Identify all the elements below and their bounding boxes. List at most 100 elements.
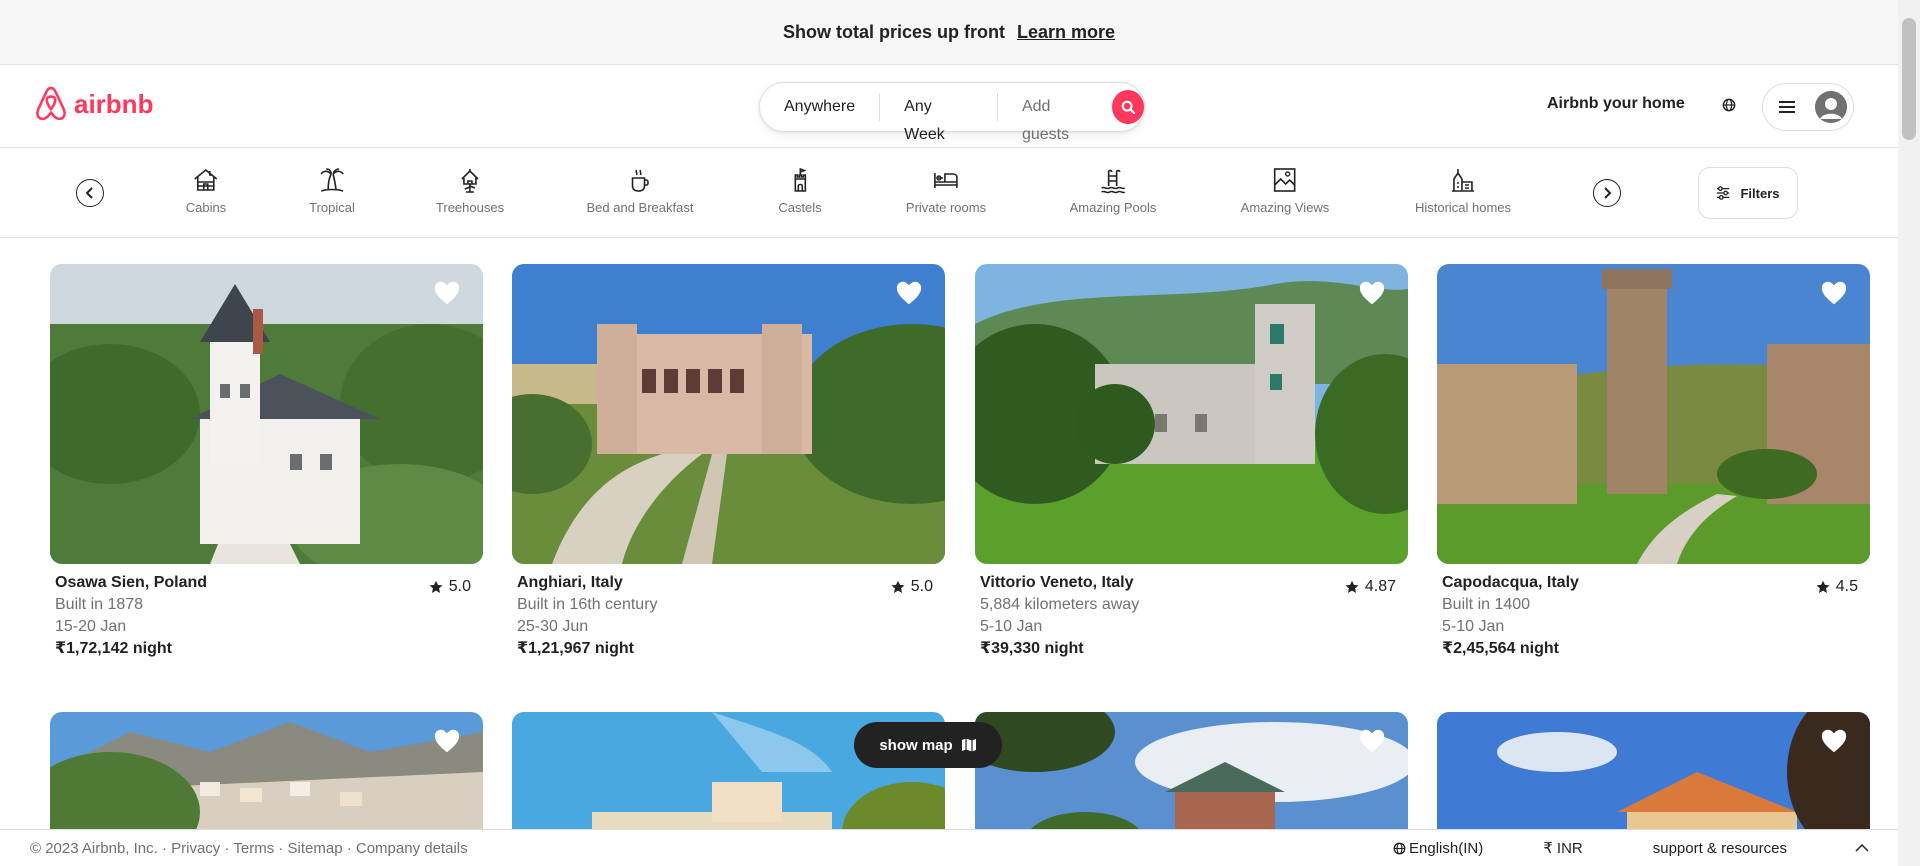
heart-favorite-icon[interactable]: [1358, 728, 1386, 754]
chevron-left-icon: [85, 187, 93, 199]
category-label: Tropical: [309, 200, 355, 215]
heart-favorite-icon[interactable]: [433, 728, 461, 754]
search-bar[interactable]: Anywhere Any Week Add guests: [759, 82, 1145, 143]
bed-icon: [934, 173, 958, 188]
category-amazing-views[interactable]: Amazing Views: [1240, 166, 1330, 215]
listing-photo[interactable]: [512, 264, 945, 564]
coffee-cup-icon: [632, 169, 650, 192]
filters-button[interactable]: Filters: [1698, 167, 1798, 219]
heart-favorite-icon[interactable]: [433, 280, 461, 306]
chevron-up-icon[interactable]: [1855, 843, 1869, 853]
search-where[interactable]: Anywhere: [760, 93, 881, 121]
listing-title: Capodacqua, Italy: [1442, 574, 1579, 591]
avatar: [1815, 91, 1847, 123]
treehouse-icon: [461, 169, 479, 193]
footer-support-link[interactable]: support & resources: [1653, 840, 1787, 857]
star-icon: [429, 580, 443, 593]
site-footer: © 2023 Airbnb, Inc. · Privacy · Terms · …: [0, 829, 1898, 866]
hamburger-menu-icon: [1779, 101, 1795, 113]
airbnb-logo-icon: [36, 86, 66, 121]
listing-price: ₹39,330 night: [980, 640, 1084, 657]
heart-favorite-icon[interactable]: [895, 280, 923, 306]
star-icon: [891, 580, 905, 593]
historical-home-icon: [1452, 169, 1474, 192]
listing-title: Anghiari, Italy: [517, 574, 623, 591]
listing-dates: 15-20 Jan: [55, 618, 127, 635]
villa-photo-image: [512, 264, 945, 564]
listing-subtitle: Built in 1400: [1442, 596, 1531, 613]
footer-copyright-links[interactable]: © 2023 Airbnb, Inc. · Privacy · Terms · …: [30, 840, 468, 857]
listing-price: ₹1,72,142 night: [55, 640, 172, 657]
listing-card[interactable]: Osawa Sien, Poland Built in 1878 15-20 J…: [50, 264, 483, 660]
category-tropical[interactable]: Tropical: [309, 166, 355, 215]
language-globe-button[interactable]: [1719, 95, 1739, 115]
show-map-label: show map: [879, 736, 953, 754]
listing-rating: 5.0: [429, 576, 471, 598]
category-label: Private rooms: [905, 200, 987, 215]
category-label: Amazing Views: [1240, 200, 1330, 215]
pool-icon: [1101, 169, 1126, 194]
framed-view-icon: [1274, 168, 1296, 192]
show-map-button[interactable]: show map: [854, 722, 1002, 768]
airbnb-your-home-link[interactable]: Airbnb your home: [1547, 95, 1685, 113]
listing-photo[interactable]: [1437, 264, 1870, 564]
footer-currency[interactable]: ₹ INR: [1543, 839, 1583, 857]
listing-photo[interactable]: [50, 264, 483, 564]
search-when[interactable]: Any Week: [880, 93, 998, 143]
filters-sliders-icon: [1717, 186, 1730, 200]
listing-card[interactable]: Vittorio Veneto, Italy 5,884 kilometers …: [975, 264, 1408, 660]
category-historical-homes[interactable]: Historical homes: [1415, 166, 1511, 215]
airbnb-logo[interactable]: airbnb: [34, 85, 153, 123]
page-scrollbar[interactable]: [1898, 0, 1920, 866]
star-icon: [1816, 580, 1830, 593]
listing-dates: 25-30 Jun: [517, 618, 589, 635]
listing-title: Vittorio Veneto, Italy: [980, 574, 1134, 591]
heart-favorite-icon[interactable]: [1358, 280, 1386, 306]
listing-price: ₹2,45,564 night: [1442, 640, 1559, 657]
listing-photo[interactable]: [975, 264, 1408, 564]
listing-title: Osawa Sien, Poland: [55, 574, 208, 591]
listing-rating: 4.5: [1816, 576, 1858, 598]
listing-dates: 5-10 Jan: [980, 618, 1043, 635]
category-castels[interactable]: Castels: [778, 166, 822, 215]
user-menu-button[interactable]: [1762, 83, 1854, 131]
search-icon: [1121, 100, 1135, 114]
category-private-rooms[interactable]: Private rooms: [906, 166, 986, 215]
stone-castle-photo-image: [975, 264, 1408, 564]
search-button[interactable]: [1111, 90, 1144, 124]
category-label: Treehouses: [435, 200, 505, 215]
category-label: Castels: [778, 200, 822, 215]
learn-more-link[interactable]: Learn more: [1017, 22, 1115, 43]
listing-price: ₹1,21,967 night: [517, 640, 634, 657]
footer-language[interactable]: English(IN): [1409, 840, 1483, 857]
category-label: Historical homes: [1414, 200, 1512, 215]
heart-favorite-icon[interactable]: [1820, 280, 1848, 306]
filters-label: Filters: [1740, 185, 1780, 201]
category-prev-button[interactable]: [76, 179, 104, 207]
listing-subtitle: 5,884 kilometers away: [980, 596, 1140, 613]
top-banner: Show total prices up front Learn more: [0, 0, 1898, 65]
chevron-right-icon: [1604, 187, 1612, 199]
search-guests[interactable]: Add guests: [998, 93, 1110, 143]
category-amazing-pools[interactable]: Amazing Pools: [1070, 166, 1156, 215]
category-label: Cabins: [185, 200, 227, 215]
rating-value: 4.5: [1835, 578, 1858, 595]
heart-favorite-icon[interactable]: [1820, 728, 1848, 754]
castle-icon: [794, 167, 807, 192]
category-next-button[interactable]: [1593, 179, 1621, 207]
rating-value: 5.0: [910, 578, 933, 595]
listing-rating: 5.0: [891, 576, 933, 598]
castle-photo-image: [50, 264, 483, 564]
listing-card[interactable]: Anghiari, Italy Built in 16th century 25…: [512, 264, 945, 660]
category-cabins[interactable]: Cabins: [186, 166, 226, 215]
listing-card[interactable]: Capodacqua, Italy Built in 1400 5-10 Jan…: [1437, 264, 1870, 660]
user-avatar-icon: [1815, 91, 1847, 123]
globe-icon: [1393, 842, 1406, 854]
category-bar: Cabins Tropical Treehouses Bed and Break…: [0, 148, 1898, 238]
scrollbar-thumb[interactable]: [1902, 18, 1916, 140]
brand-name: airbnb: [74, 88, 154, 119]
listing-rating: 4.87: [1345, 576, 1396, 598]
category-treehouses[interactable]: Treehouses: [436, 166, 504, 215]
listing-dates: 5-10 Jan: [1442, 618, 1505, 635]
category-bed-and-breakfast[interactable]: Bed and Breakfast: [587, 166, 693, 215]
